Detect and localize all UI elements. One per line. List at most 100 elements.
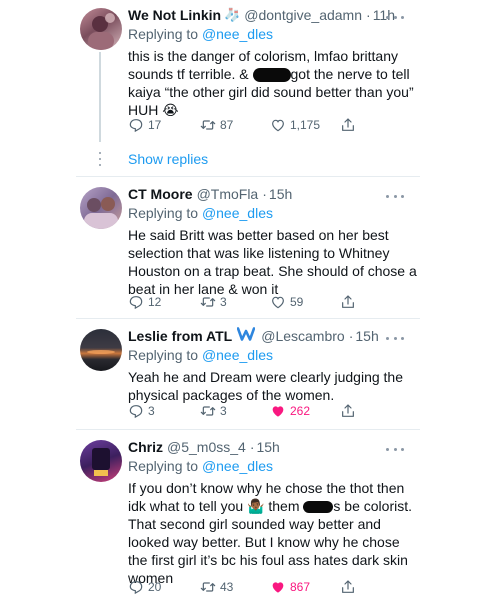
tweet-text: He said Britt was better based on her be… [128,227,421,297]
user-handle[interactable]: @Lescambro [261,328,344,344]
timestamp[interactable]: 15h [355,328,378,344]
user-handle[interactable]: @dontgive_adamn [244,7,362,23]
share-button[interactable] [340,402,360,420]
retweet-button[interactable]: 87 [200,116,233,134]
like-button[interactable]: 262 [270,402,310,420]
more-options-icon[interactable] [386,12,404,22]
redaction-scribble [303,501,334,514]
w-logo-icon [236,327,256,341]
tweet-actions: 3 3 262 [128,402,368,420]
heart-outline-icon [272,119,284,132]
reply-mention-link[interactable]: @nee_dles [202,347,273,363]
avatar[interactable] [80,8,122,50]
tweet-actions: 17 87 1,175 [128,116,368,134]
retweet-icon [200,120,216,130]
like-count: 867 [290,580,311,594]
avatar-photo [87,350,115,354]
more-options-icon[interactable] [386,191,404,201]
reply-button[interactable]: 3 [128,402,155,420]
user-handle[interactable]: @TmoFla [197,186,259,202]
retweet-count: 87 [220,118,234,132]
dot-separator: · [249,438,255,455]
retweet-button[interactable]: 3 [200,293,227,311]
like-count: 262 [290,404,311,418]
user-handle[interactable]: @5_m0ss_4 [167,439,246,455]
replying-to: Replying to @nee_dles [128,204,418,223]
timestamp[interactable]: 15h [269,186,292,202]
reply-count: 20 [148,580,162,594]
reply-icon [129,296,143,310]
share-button[interactable] [340,116,360,134]
retweet-count: 3 [220,404,227,418]
share-icon [342,118,354,131]
replying-to-label: Replying to [128,347,199,363]
reply-mention-link[interactable]: @nee_dles [202,205,273,221]
reply-icon [129,581,143,595]
avatar[interactable] [80,187,122,229]
tweet-header: Leslie from ATL @Lescambro · 15h [128,326,418,345]
like-button[interactable]: 1,175 [270,116,320,134]
like-count: 1,175 [290,118,321,132]
heart-filled-icon [272,582,284,593]
like-count: 59 [290,295,304,309]
name-emoji: 🧦 [224,6,241,22]
avatar-photo [88,13,115,50]
tweet[interactable]: CT Moore @TmoFla · 15h Replying to @nee_… [0,177,480,317]
retweet-icon [200,582,216,592]
retweet-icon [200,297,216,307]
reply-icon [129,405,143,419]
reply-button[interactable]: 17 [128,116,161,134]
more-options-icon[interactable] [386,333,404,343]
tweet-text: If you don’t know why he chose the thot … [128,479,418,587]
share-button[interactable] [340,578,360,596]
display-name[interactable]: CT Moore [128,186,193,202]
tweet[interactable]: Chriz @5_m0ss_4 · 15h Replying to @nee_d… [0,430,480,600]
replying-to-label: Replying to [128,458,199,474]
thread-line [99,52,101,142]
replying-to: Replying to @nee_dles [128,346,418,365]
name-emoji [236,327,256,344]
share-icon [342,580,354,593]
retweet-count: 3 [220,295,227,309]
redaction-scribble [252,68,291,83]
avatar[interactable] [80,329,122,371]
timestamp[interactable]: 15h [256,439,279,455]
heart-outline-icon [272,296,284,309]
display-name[interactable]: We Not Linkin [128,7,221,23]
replying-to: Replying to @nee_dles [128,457,418,476]
reply-count: 12 [148,295,162,309]
tweet-header: CT Moore @TmoFla · 15h [128,184,418,203]
reply-count: 17 [148,118,162,132]
share-icon [342,404,354,417]
display-name[interactable]: Chriz [128,439,163,455]
retweet-icon [200,406,216,416]
tweet-actions: 20 43 867 [128,578,368,596]
avatar-photo [92,448,110,476]
avatar-photo [84,197,118,229]
show-replies-link[interactable]: Show replies [128,151,208,167]
retweet-button[interactable]: 43 [200,578,233,596]
avatar[interactable] [80,440,122,482]
reply-mention-link[interactable]: @nee_dles [202,26,273,42]
tweet-header: Chriz @5_m0ss_4 · 15h [128,437,418,456]
heart-filled-icon [272,406,284,417]
reply-button[interactable]: 12 [128,293,161,311]
display-name[interactable]: Leslie from ATL [128,328,232,344]
more-options-icon[interactable] [386,444,404,454]
reply-button[interactable]: 20 [128,578,161,596]
replying-to-label: Replying to [128,205,199,221]
share-button[interactable] [340,293,360,311]
share-icon [342,295,354,308]
like-button[interactable]: 867 [270,578,310,596]
tweet[interactable]: We Not Linkin 🧦 @dontgive_adamn · 11h Re… [0,0,480,175]
reply-mention-link[interactable]: @nee_dles [202,458,273,474]
reply-icon [129,119,143,133]
retweet-button[interactable]: 3 [200,402,227,420]
tweet[interactable]: Leslie from ATL @Lescambro · 15h Replyin… [0,319,480,429]
dot-separator: · [262,185,267,202]
reply-count: 3 [148,404,155,418]
dot-separator: · [348,327,354,344]
dot-separator: · [366,6,371,23]
like-button[interactable]: 59 [270,293,303,311]
retweet-count: 43 [220,580,234,594]
